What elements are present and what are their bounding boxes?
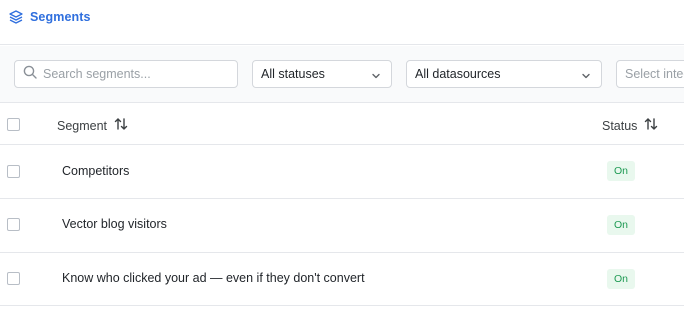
chevron-down-icon [581, 70, 591, 84]
segment-name[interactable]: Vector blog visitors [62, 217, 167, 231]
column-header-status[interactable]: Status [602, 116, 659, 135]
search-box[interactable] [14, 60, 238, 88]
datasource-filter-select[interactable]: All datasources [406, 60, 602, 88]
segments-nav-link[interactable]: Segments [8, 9, 91, 25]
search-input[interactable] [43, 67, 223, 81]
status-badge: On [607, 215, 635, 235]
table-row[interactable]: Know who clicked your ad — even if they … [0, 253, 684, 306]
page-title: Segments [30, 10, 91, 24]
row-checkbox[interactable] [7, 165, 20, 178]
column-header-label: Segment [57, 118, 108, 133]
datasource-filter-value: All datasources [415, 67, 501, 81]
layers-icon [8, 9, 24, 25]
column-header-segment[interactable]: Segment [57, 116, 129, 135]
search-icon [23, 65, 37, 84]
status-badge: On [607, 161, 635, 181]
app-header: Segments [0, 0, 684, 45]
column-header-label: Status [602, 118, 638, 133]
table-header: Segment Status [0, 103, 684, 145]
select-all-checkbox[interactable] [7, 118, 20, 131]
status-badge: On [607, 269, 635, 289]
table-row[interactable]: Vector blog visitors On [0, 199, 684, 253]
integration-filter-select[interactable]: Select integ [616, 60, 684, 88]
filter-toolbar: All statuses All datasources Select inte… [0, 46, 684, 103]
row-checkbox[interactable] [7, 272, 20, 285]
status-filter-value: All statuses [261, 67, 325, 81]
segment-name[interactable]: Know who clicked your ad — even if they … [62, 271, 365, 285]
chevron-down-icon [371, 70, 381, 84]
segment-name[interactable]: Competitors [62, 164, 129, 178]
row-checkbox[interactable] [7, 218, 20, 231]
sort-icon [113, 116, 129, 135]
sort-icon [643, 116, 659, 135]
status-filter-select[interactable]: All statuses [252, 60, 392, 88]
table-row[interactable]: Competitors On [0, 145, 684, 199]
integration-filter-placeholder: Select integ [625, 67, 684, 81]
